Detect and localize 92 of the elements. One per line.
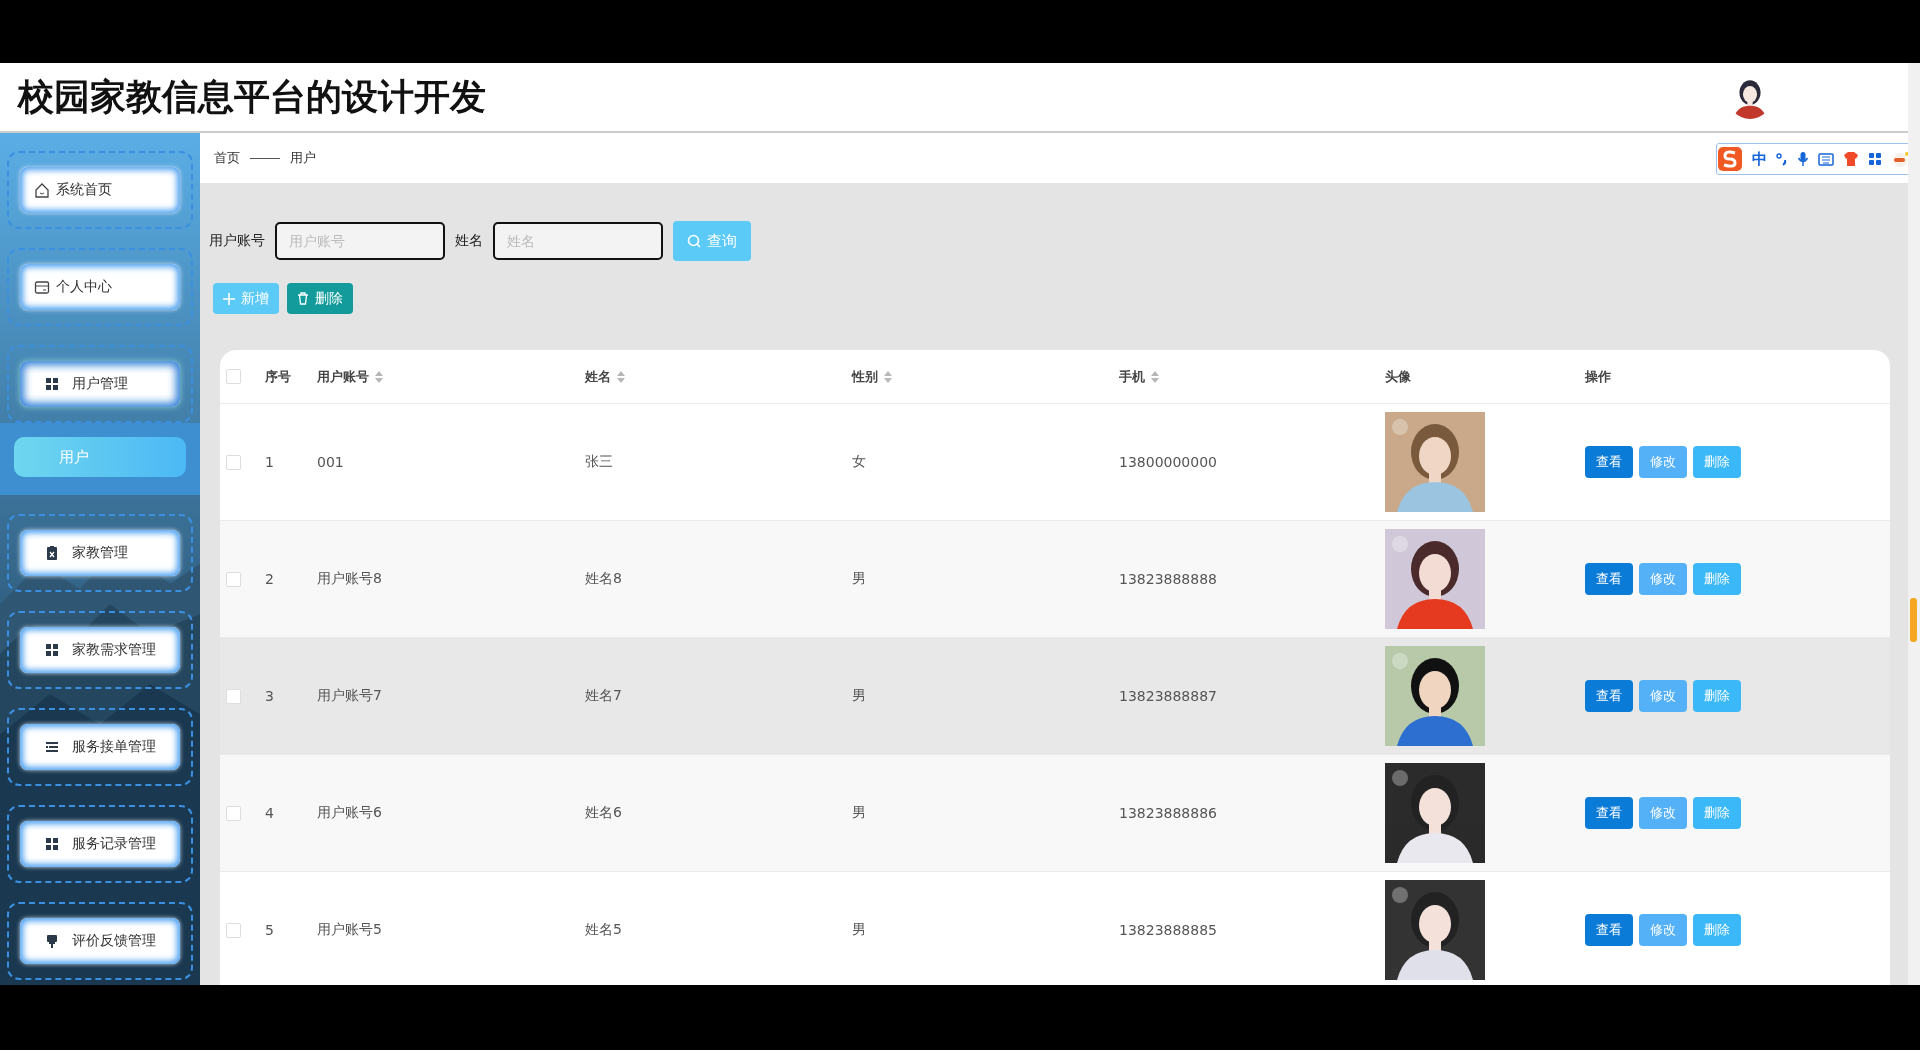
delete-button[interactable]: 删除: [1693, 797, 1741, 829]
edit-button[interactable]: 修改: [1639, 797, 1687, 829]
table-cell-text: 男: [852, 570, 867, 588]
sort-icon: [375, 370, 383, 383]
table-cell-text: 13823888888: [1119, 571, 1218, 587]
breadcrumb-item[interactable]: 用户: [290, 149, 316, 167]
menu-item[interactable]: 个人中心: [20, 264, 180, 310]
clipboard-icon: [44, 545, 60, 561]
checkbox[interactable]: [226, 454, 241, 470]
ime-mode-label[interactable]: 中: [1752, 149, 1767, 169]
plus-icon: [223, 292, 235, 305]
app-title: 校园家教信息平台的设计开发: [18, 74, 487, 119]
field-label: 姓名: [455, 232, 483, 250]
table-cell-text: 用户账号8: [317, 570, 383, 588]
table-cell-text: 1: [265, 454, 275, 470]
grid-icon: [1868, 152, 1882, 166]
sort-icon: [617, 370, 625, 383]
table-cell-text: 5: [265, 922, 275, 938]
column-header: 头像: [1385, 367, 1411, 386]
column-header: 序号: [265, 367, 291, 386]
grid-icon: [44, 376, 60, 392]
column-header[interactable]: 用户账号: [317, 367, 369, 386]
table-cell-text: 001: [317, 454, 345, 470]
menu-item[interactable]: 用户管理: [20, 361, 180, 407]
view-button[interactable]: 查看: [1585, 680, 1633, 712]
table-cell-text: 2: [265, 571, 275, 587]
table-cell-text: 13823888887: [1119, 688, 1218, 704]
view-button[interactable]: 查看: [1585, 563, 1633, 595]
stamp-icon: [44, 933, 60, 949]
table-cell-text: 用户账号6: [317, 804, 383, 822]
table-cell-text: 张三: [585, 453, 614, 471]
delete-button[interactable]: 删除: [1693, 680, 1741, 712]
column-header[interactable]: 手机: [1119, 367, 1145, 386]
punctuation-icon: [1776, 152, 1788, 166]
home-icon: [34, 182, 50, 198]
edit-button[interactable]: 修改: [1639, 914, 1687, 946]
column-header: 操作: [1585, 367, 1611, 386]
checkbox[interactable]: [226, 922, 241, 938]
keyboard-icon: [1818, 152, 1834, 166]
checkbox[interactable]: [226, 369, 241, 384]
menu-item[interactable]: 系统首页: [20, 167, 180, 213]
card-icon: [34, 279, 50, 295]
checkbox[interactable]: [226, 805, 241, 821]
checkbox[interactable]: [226, 688, 241, 704]
table-cell-text: 男: [852, 804, 867, 822]
field-label: 用户账号: [209, 232, 265, 250]
sort-icon: [1151, 370, 1159, 383]
table-cell-text: 姓名7: [585, 687, 623, 705]
breadcrumb-item[interactable]: 首页: [214, 149, 240, 167]
edit-button[interactable]: 修改: [1639, 563, 1687, 595]
search-icon: [687, 234, 701, 248]
delete-button[interactable]: 删除: [1693, 914, 1741, 946]
table-cell-text: 4: [265, 805, 275, 821]
delete-button[interactable]: 删除: [1693, 563, 1741, 595]
checkbox[interactable]: [226, 571, 241, 587]
table-cell-text: 男: [852, 687, 867, 705]
view-button[interactable]: 查看: [1585, 446, 1633, 478]
sort-icon: [884, 370, 892, 383]
table-cell-text: 13823888885: [1119, 922, 1218, 938]
table-cell-text: 用户账号5: [317, 921, 383, 939]
input-field[interactable]: 姓名: [493, 222, 663, 260]
table-cell-text: 姓名5: [585, 921, 623, 939]
delete-button[interactable]: 删除: [1693, 446, 1741, 478]
microphone-icon: [1797, 151, 1809, 167]
table-cell-text: 姓名8: [585, 570, 623, 588]
scrollbar-thumb[interactable]: [1910, 598, 1917, 642]
table-cell-text: 3: [265, 688, 275, 704]
table-cell-text: 13823888886: [1119, 805, 1218, 821]
menu-item[interactable]: 服务记录管理: [20, 821, 180, 867]
table-cell-text: 女: [852, 453, 867, 471]
column-header[interactable]: 姓名: [585, 367, 611, 386]
column-header[interactable]: 性别: [852, 367, 878, 386]
delete-button[interactable]: 删除: [287, 283, 353, 314]
view-button[interactable]: 查看: [1585, 797, 1633, 829]
shirt-icon: [1843, 151, 1859, 167]
scrollbar[interactable]: [1908, 63, 1920, 985]
menu-item[interactable]: 评价反馈管理: [20, 918, 180, 964]
table-cell-text: 姓名6: [585, 804, 623, 822]
mascot-icon: [1891, 151, 1909, 167]
edit-button[interactable]: 修改: [1639, 680, 1687, 712]
menu-item[interactable]: 服务接单管理: [20, 724, 180, 770]
list-icon: [44, 739, 60, 755]
menu-item[interactable]: 家教需求管理: [20, 627, 180, 673]
view-button[interactable]: 查看: [1585, 914, 1633, 946]
grid-icon: [44, 836, 60, 852]
table-cell-text: 用户账号7: [317, 687, 383, 705]
table-cell-text: 13800000000: [1119, 454, 1218, 470]
grid-icon: [44, 642, 60, 658]
edit-button[interactable]: 修改: [1639, 446, 1687, 478]
table-cell-text: 男: [852, 921, 867, 939]
trash-icon: [297, 292, 309, 305]
menu-item[interactable]: 家教管理: [20, 530, 180, 576]
